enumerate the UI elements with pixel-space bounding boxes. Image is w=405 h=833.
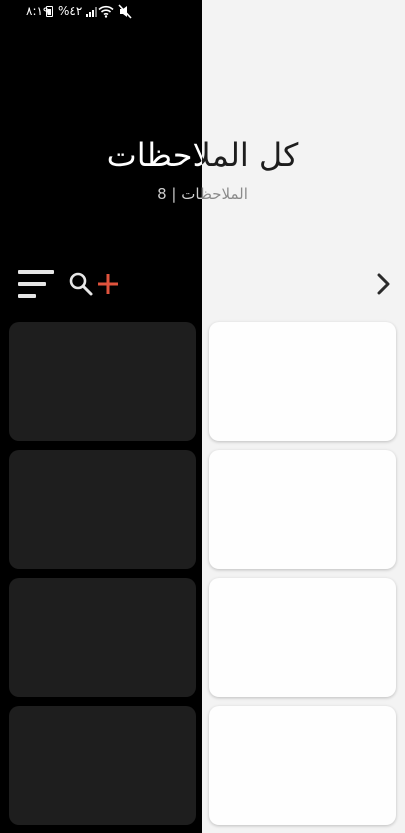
search-icon bbox=[69, 272, 93, 296]
sort-button[interactable] bbox=[16, 268, 56, 302]
note-card[interactable] bbox=[9, 322, 196, 441]
add-note-button[interactable] bbox=[95, 271, 121, 297]
note-card[interactable] bbox=[209, 322, 396, 441]
next-button[interactable] bbox=[372, 271, 396, 297]
sort-icon bbox=[18, 270, 54, 298]
battery-icon bbox=[46, 6, 53, 17]
wifi-icon bbox=[98, 5, 114, 18]
note-card[interactable] bbox=[209, 706, 396, 825]
status-bar: ٨:١٩ %٤٢ bbox=[0, 0, 202, 24]
chevron-right-icon bbox=[377, 273, 390, 295]
note-card[interactable] bbox=[9, 450, 196, 569]
search-button[interactable] bbox=[68, 271, 94, 297]
note-card[interactable] bbox=[9, 706, 196, 825]
page-title: كل الملاحظات bbox=[0, 132, 405, 178]
notes-count-subtitle: الملاحظات | 8 bbox=[0, 184, 405, 204]
note-card[interactable] bbox=[9, 578, 196, 697]
battery-percent: %٤٢ bbox=[58, 4, 83, 18]
note-card[interactable] bbox=[209, 450, 396, 569]
signal-icon bbox=[86, 7, 97, 17]
mute-icon bbox=[118, 4, 132, 19]
add-icon bbox=[98, 274, 118, 294]
note-card[interactable] bbox=[209, 578, 396, 697]
